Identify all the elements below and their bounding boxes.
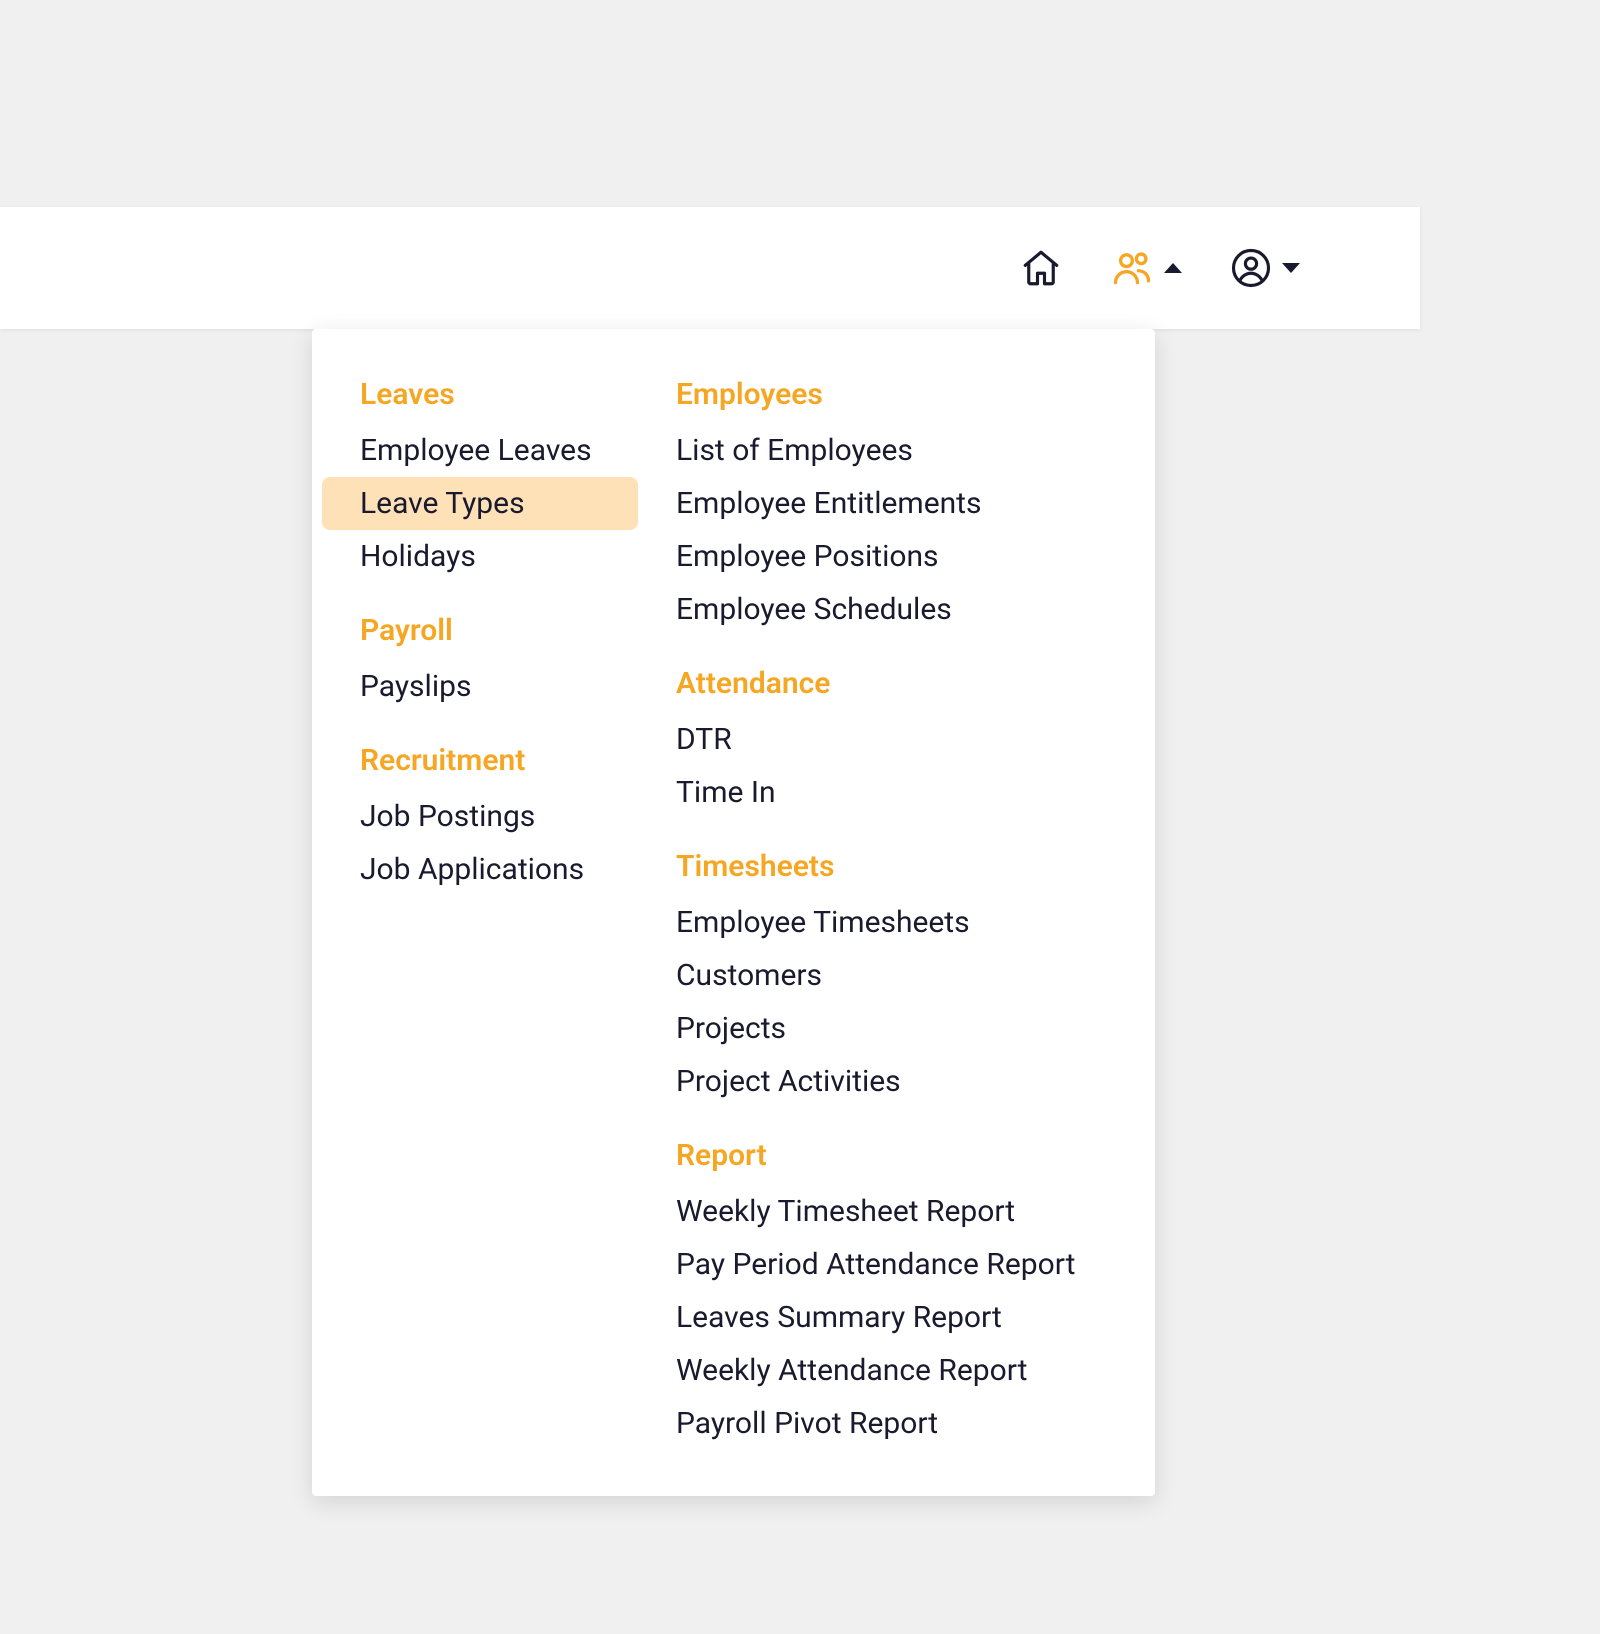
menu-item-employee-entitlements[interactable]: Employee Entitlements bbox=[638, 477, 1145, 530]
menu-item-time-in[interactable]: Time In bbox=[638, 766, 1145, 819]
menu-item-employee-leaves[interactable]: Employee Leaves bbox=[322, 424, 638, 477]
user-menu-button[interactable] bbox=[1230, 247, 1300, 289]
section-gap bbox=[322, 583, 638, 607]
menu-item-holidays[interactable]: Holidays bbox=[322, 530, 638, 583]
menu-item-leave-types[interactable]: Leave Types bbox=[322, 477, 638, 530]
people-menu-button[interactable] bbox=[1110, 246, 1182, 290]
menu-item-payroll-pivot-report[interactable]: Payroll Pivot Report bbox=[638, 1397, 1145, 1450]
menu-item-projects[interactable]: Projects bbox=[638, 1002, 1145, 1055]
menu-item-payslips[interactable]: Payslips bbox=[322, 660, 638, 713]
user-icon bbox=[1230, 247, 1272, 289]
menu-item-employee-timesheets[interactable]: Employee Timesheets bbox=[638, 896, 1145, 949]
section-title-leaves: Leaves bbox=[322, 371, 638, 424]
menu-item-job-applications[interactable]: Job Applications bbox=[322, 843, 638, 896]
menu-item-weekly-timesheet-report[interactable]: Weekly Timesheet Report bbox=[638, 1185, 1145, 1238]
menu-item-employee-positions[interactable]: Employee Positions bbox=[638, 530, 1145, 583]
home-button[interactable] bbox=[1020, 247, 1062, 289]
menu-item-project-activities[interactable]: Project Activities bbox=[638, 1055, 1145, 1108]
topbar bbox=[0, 207, 1420, 329]
caret-down-icon bbox=[1282, 263, 1300, 273]
menu-item-leaves-summary-report[interactable]: Leaves Summary Report bbox=[638, 1291, 1145, 1344]
section-title-timesheets: Timesheets bbox=[638, 843, 1145, 896]
menu-item-weekly-attendance-report[interactable]: Weekly Attendance Report bbox=[638, 1344, 1145, 1397]
menu-item-customers[interactable]: Customers bbox=[638, 949, 1145, 1002]
section-title-attendance: Attendance bbox=[638, 660, 1145, 713]
section-gap bbox=[638, 819, 1145, 843]
menu-item-job-postings[interactable]: Job Postings bbox=[322, 790, 638, 843]
navigation-dropdown: Leaves Employee Leaves Leave Types Holid… bbox=[312, 329, 1155, 1496]
section-gap bbox=[638, 1108, 1145, 1132]
section-title-recruitment: Recruitment bbox=[322, 737, 638, 790]
caret-up-icon bbox=[1164, 263, 1182, 273]
menu-item-list-of-employees[interactable]: List of Employees bbox=[638, 424, 1145, 477]
section-title-payroll: Payroll bbox=[322, 607, 638, 660]
people-icon bbox=[1110, 246, 1154, 290]
section-gap bbox=[322, 713, 638, 737]
menu-item-employee-schedules[interactable]: Employee Schedules bbox=[638, 583, 1145, 636]
home-icon bbox=[1020, 247, 1062, 289]
menu-item-dtr[interactable]: DTR bbox=[638, 713, 1145, 766]
dropdown-column-1: Leaves Employee Leaves Leave Types Holid… bbox=[322, 371, 638, 1450]
section-title-report: Report bbox=[638, 1132, 1145, 1185]
menu-item-pay-period-attendance-report[interactable]: Pay Period Attendance Report bbox=[638, 1238, 1145, 1291]
dropdown-column-2: Employees List of Employees Employee Ent… bbox=[638, 371, 1145, 1450]
section-gap bbox=[638, 636, 1145, 660]
section-title-employees: Employees bbox=[638, 371, 1145, 424]
